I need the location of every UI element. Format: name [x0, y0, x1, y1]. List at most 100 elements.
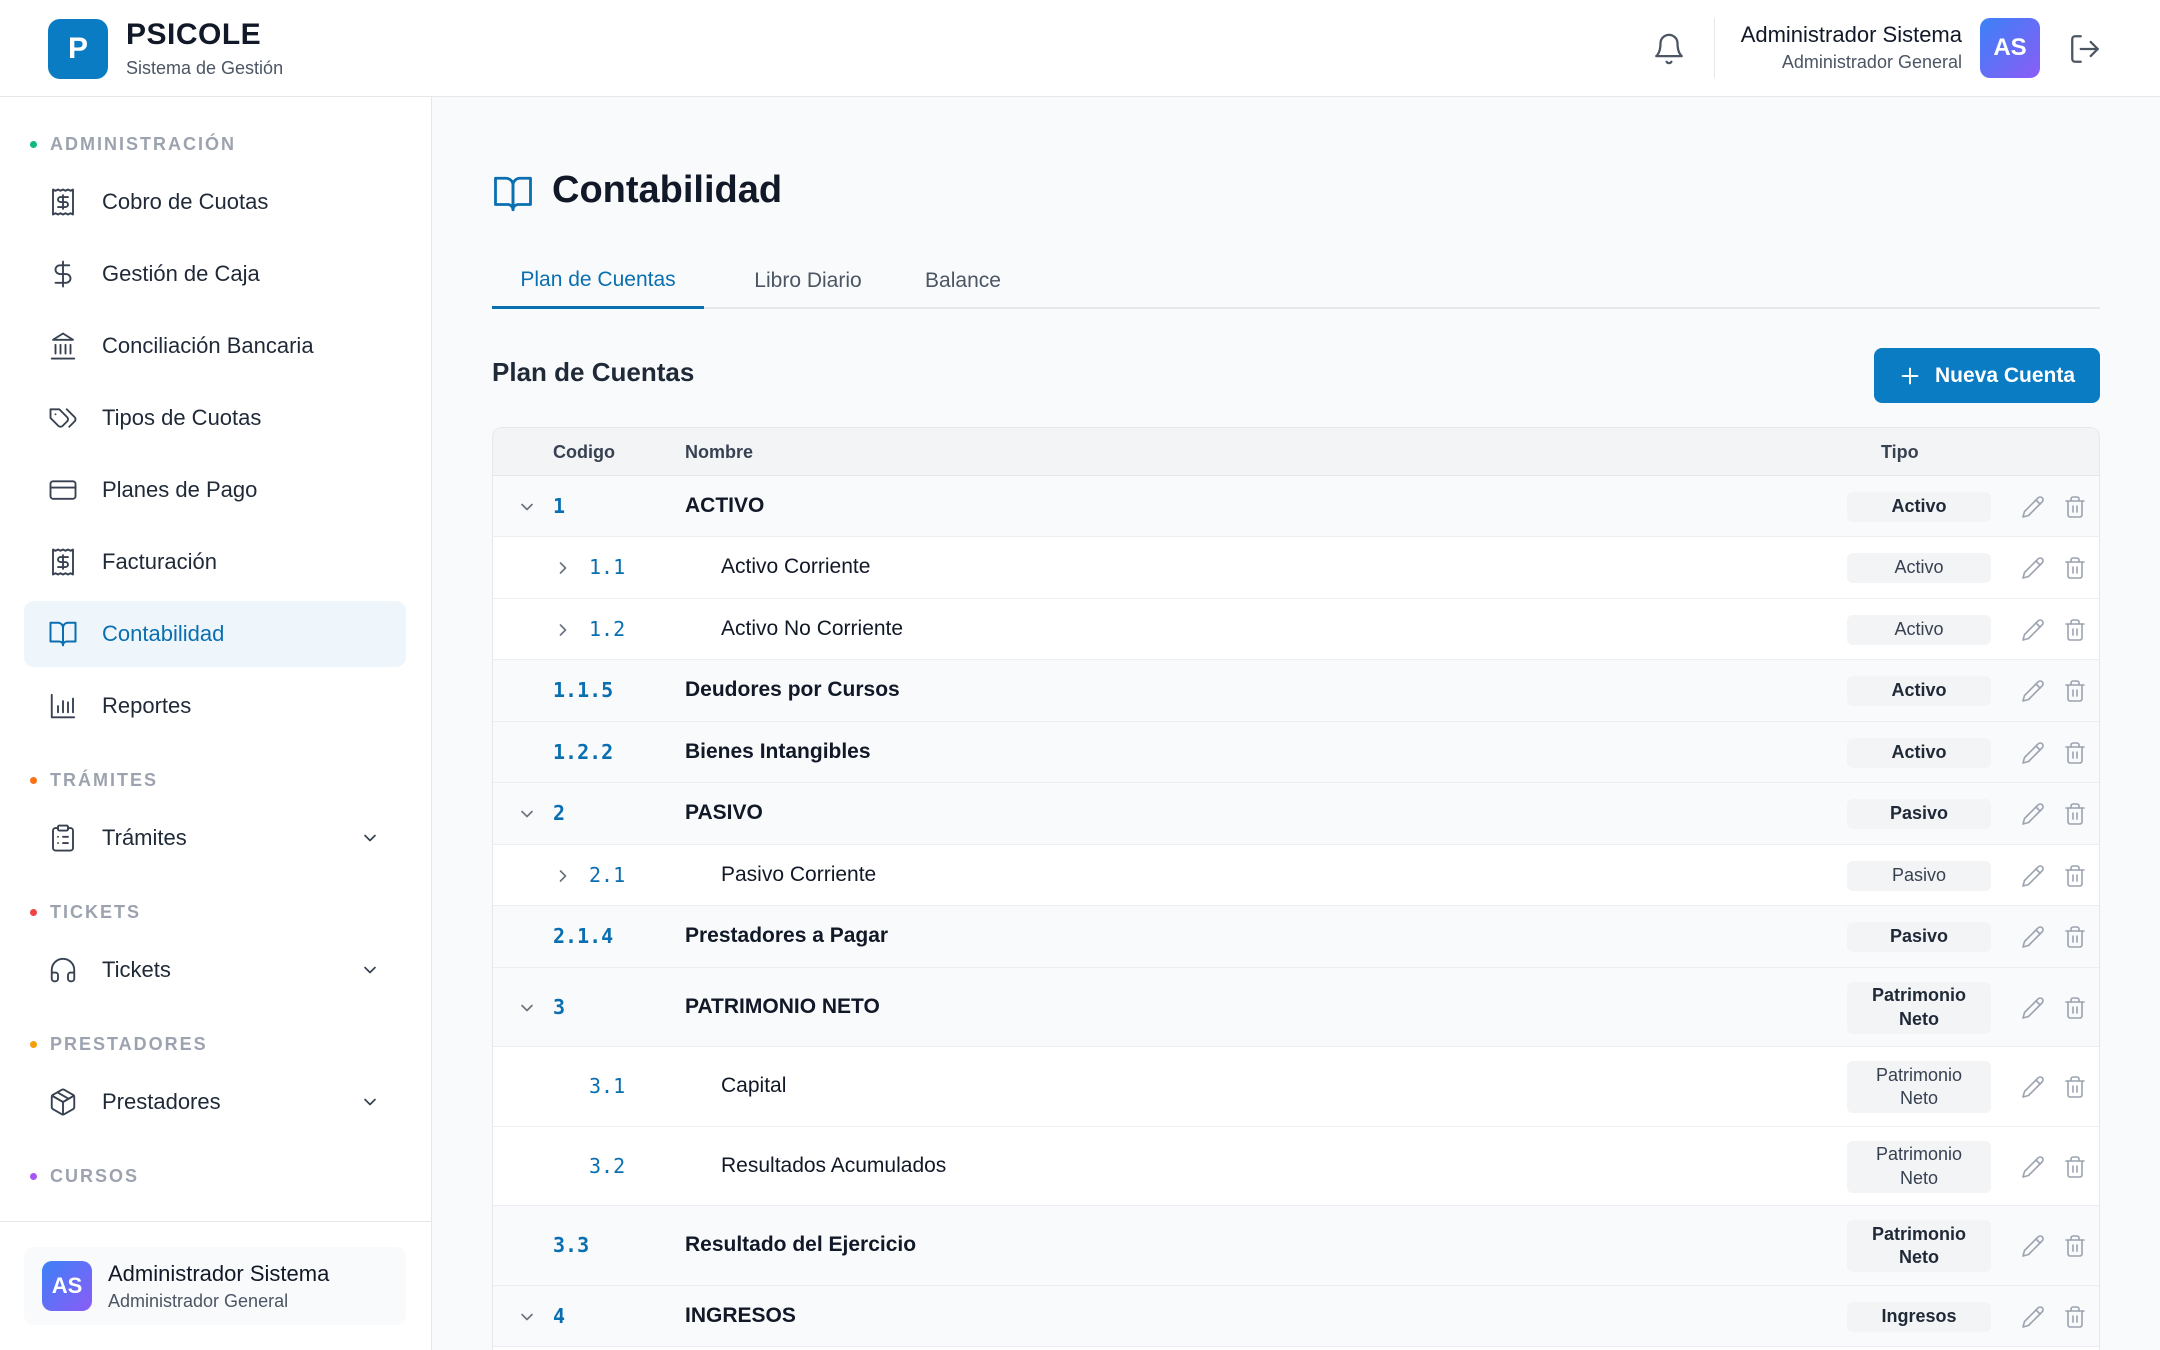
edit-pencil-icon[interactable]	[2021, 495, 2045, 519]
column-header-tipo[interactable]: Tipo	[1881, 442, 1919, 463]
account-name: Resultado del Ejercicio	[685, 1233, 917, 1256]
edit-pencil-icon[interactable]	[2021, 741, 2045, 765]
edit-pencil-icon[interactable]	[2021, 1155, 2045, 1179]
header-divider	[1714, 18, 1715, 78]
tab-balance[interactable]: Balance	[906, 253, 1020, 309]
edit-pencil-icon[interactable]	[2021, 802, 2045, 826]
table-row[interactable]: 1.2 Activo No Corriente Activo	[493, 599, 2099, 660]
chevron-right-icon[interactable]	[553, 866, 573, 886]
table-row[interactable]: 2.1.4 Prestadores a Pagar Pasivo	[493, 906, 2099, 968]
bank-icon	[48, 331, 78, 361]
section-prestadores: PRESTADORES	[30, 1034, 208, 1055]
edit-pencil-icon[interactable]	[2021, 864, 2045, 888]
top-header: P PSICOLE Sistema de Gestión Administrad…	[0, 0, 2160, 97]
delete-trash-icon[interactable]	[2063, 1155, 2087, 1179]
sidebar-item-reportes[interactable]: Reportes	[24, 673, 406, 739]
delete-trash-icon[interactable]	[2063, 618, 2087, 642]
table-row[interactable]: 3.3 Resultado del Ejercicio Patrimonio Net…	[493, 1206, 2099, 1286]
logout-icon[interactable]	[2068, 32, 2102, 66]
sidebar-user-role: Administrador General	[108, 1291, 289, 1311]
table-row[interactable]: 2 PASIVO Pasivo	[493, 783, 2099, 845]
edit-pencil-icon[interactable]	[2021, 556, 2045, 580]
sidebar-item-tickets[interactable]: Tickets	[24, 937, 406, 1003]
account-name: Bienes Intangibles	[685, 739, 871, 763]
header-avatar[interactable]: AS	[1980, 18, 2040, 78]
account-code: 2.1.4	[553, 924, 614, 948]
sidebar-item-cobro-de-cuotas[interactable]: Cobro de Cuotas	[24, 169, 406, 235]
section-label: TRÁMITES	[50, 770, 158, 790]
edit-pencil-icon[interactable]	[2021, 1234, 2045, 1258]
account-type-badge: Patrimonio Neto	[1847, 1061, 1991, 1113]
chevron-right-icon[interactable]	[553, 620, 573, 640]
sidebar-item-tramites[interactable]: Trámites	[24, 805, 406, 871]
sidebar-item-label: Trámites	[102, 825, 187, 850]
edit-pencil-icon[interactable]	[2021, 618, 2045, 642]
table-row[interactable]: 3 PATRIMONIO NETO Patrimonio Neto	[493, 968, 2099, 1047]
delete-trash-icon[interactable]	[2063, 925, 2087, 949]
notifications-bell-icon[interactable]	[1652, 32, 1686, 66]
sidebar-item-label: Prestadores	[102, 1089, 221, 1114]
edit-pencil-icon[interactable]	[2021, 925, 2045, 949]
credit-card-icon	[48, 475, 78, 505]
table-row[interactable]: 1.1 Activo Corriente Activo	[493, 537, 2099, 599]
delete-trash-icon[interactable]	[2063, 741, 2087, 765]
section-label: PRESTADORES	[50, 1034, 208, 1054]
table-row[interactable]: 2.1 Pasivo Corriente Pasivo	[493, 845, 2099, 906]
sidebar-item-planes-de-pago[interactable]: Planes de Pago	[24, 457, 406, 523]
delete-trash-icon[interactable]	[2063, 556, 2087, 580]
delete-trash-icon[interactable]	[2063, 679, 2087, 703]
table-row[interactable]: 1.2.2 Bienes Intangibles Activo	[493, 722, 2099, 783]
delete-trash-icon[interactable]	[2063, 495, 2087, 519]
section-label: ADMINISTRACIÓN	[50, 134, 236, 154]
sidebar-item-tipos-de-cuotas[interactable]: Tipos de Cuotas	[24, 385, 406, 451]
account-code: 2.1	[589, 862, 626, 887]
app-logo[interactable]: P	[48, 19, 108, 79]
sidebar-item-label: Gestión de Caja	[102, 261, 260, 286]
delete-trash-icon[interactable]	[2063, 1075, 2087, 1099]
column-header-nombre[interactable]: Nombre	[685, 442, 753, 463]
table-row[interactable]: 4 INGRESOS Ingresos	[493, 1286, 2099, 1347]
chevron-right-icon[interactable]	[553, 558, 573, 578]
table-row[interactable]: 3.1 Capital Patrimonio Neto	[493, 1047, 2099, 1127]
tab-bar: Plan de Cuentas Libro Diario Balance	[492, 253, 2100, 309]
tab-libro-diario[interactable]: Libro Diario	[724, 253, 892, 309]
chevron-down-icon[interactable]	[360, 828, 380, 848]
table-row[interactable]: 1.1.5 Deudores por Cursos Activo	[493, 660, 2099, 722]
sidebar-item-facturacion[interactable]: Facturación	[24, 529, 406, 595]
sidebar-item-gestion-de-caja[interactable]: Gestión de Caja	[24, 241, 406, 307]
delete-trash-icon[interactable]	[2063, 1234, 2087, 1258]
account-name: ACTIVO	[685, 493, 765, 517]
section-tramites: TRÁMITES	[30, 770, 158, 791]
account-code: 1.1	[589, 555, 626, 579]
sidebar-user-card[interactable]: AS Administrador Sistema Administrador G…	[24, 1247, 406, 1325]
edit-pencil-icon[interactable]	[2021, 996, 2045, 1020]
delete-trash-icon[interactable]	[2063, 996, 2087, 1020]
edit-pencil-icon[interactable]	[2021, 1075, 2045, 1099]
tab-plan-de-cuentas[interactable]: Plan de Cuentas	[492, 253, 704, 309]
sidebar-item-prestadores[interactable]: Prestadores	[24, 1069, 406, 1135]
chevron-down-icon[interactable]	[517, 1307, 537, 1327]
sidebar-item-contabilidad[interactable]: Contabilidad	[24, 601, 406, 667]
delete-trash-icon[interactable]	[2063, 1305, 2087, 1329]
account-type-badge: Activo	[1847, 614, 1991, 645]
chevron-down-icon[interactable]	[360, 1092, 380, 1112]
receipt-dollar-icon	[48, 187, 78, 217]
table-row[interactable]: 3.2 Resultados Acumulados Patrimonio Neto	[493, 1127, 2099, 1206]
chevron-down-icon[interactable]	[517, 497, 537, 517]
chevron-down-icon[interactable]	[517, 998, 537, 1018]
column-header-codigo[interactable]: Codigo	[553, 442, 615, 463]
account-type-badge: Pasivo	[1847, 799, 1991, 829]
edit-pencil-icon[interactable]	[2021, 679, 2045, 703]
new-account-button[interactable]: Nueva Cuenta	[1874, 348, 2100, 403]
chevron-down-icon[interactable]	[360, 960, 380, 980]
sidebar-user-name: Administrador Sistema	[108, 1261, 330, 1286]
account-name: PASIVO	[685, 801, 763, 824]
edit-pencil-icon[interactable]	[2021, 1305, 2045, 1329]
section-label: TICKETS	[50, 902, 142, 922]
delete-trash-icon[interactable]	[2063, 802, 2087, 826]
account-name: Activo No Corriente	[721, 616, 904, 640]
chevron-down-icon[interactable]	[517, 804, 537, 824]
table-row[interactable]: 1 ACTIVO Activo	[493, 476, 2099, 537]
sidebar-item-conciliacion-bancaria[interactable]: Conciliación Bancaria	[24, 313, 406, 379]
delete-trash-icon[interactable]	[2063, 864, 2087, 888]
